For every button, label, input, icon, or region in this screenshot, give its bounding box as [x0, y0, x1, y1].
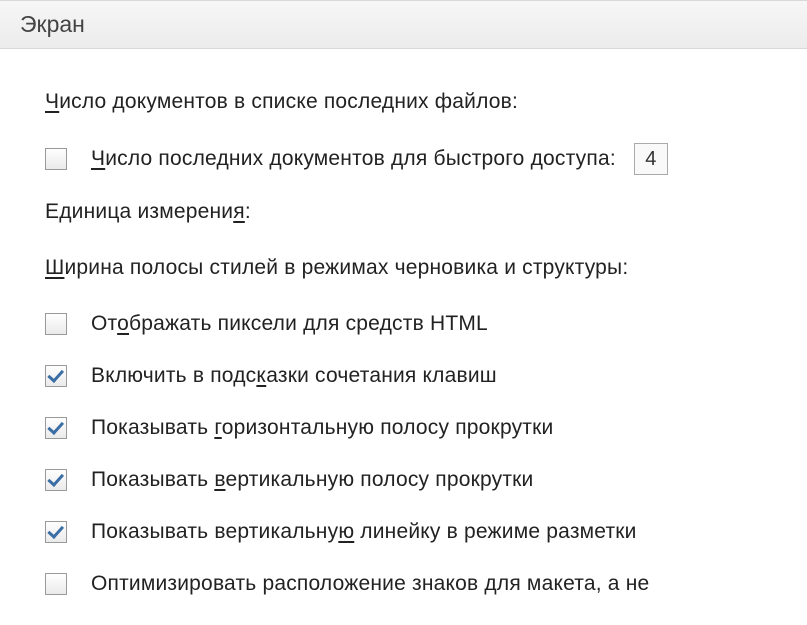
tooltips-shortcuts-checkbox[interactable]	[45, 365, 67, 387]
quick-access-label: Число последних документов для быстрого …	[91, 147, 616, 171]
style-width-label: Ширина полосы стилей в режимах черновика…	[45, 256, 628, 280]
v-ruler-label: Показывать вертикальную линейку в режиме…	[91, 520, 637, 544]
section-title: Экран	[20, 11, 85, 37]
recent-docs-label-row: Число документов в списке последних файл…	[45, 87, 762, 117]
quick-access-value[interactable]: 4	[634, 143, 668, 175]
html-pixels-row: Отображать пиксели для средств HTML	[45, 309, 762, 339]
unit-label-row: Единица измерения:	[45, 197, 762, 227]
style-width-label-row: Ширина полосы стилей в режимах черновика…	[45, 253, 762, 283]
optimize-layout-row: Оптимизировать расположение знаков для м…	[45, 569, 762, 599]
h-scroll-checkbox[interactable]	[45, 417, 67, 439]
h-scroll-label: Показывать горизонтальную полосу прокрут…	[91, 416, 553, 440]
recent-docs-label: Число документов в списке последних файл…	[45, 90, 518, 114]
section-header-display: Экран	[0, 0, 807, 49]
html-pixels-checkbox[interactable]	[45, 313, 67, 335]
quick-access-row: Число последних документов для быстрого …	[45, 143, 762, 175]
optimize-layout-label: Оптимизировать расположение знаков для м…	[91, 572, 649, 596]
tooltips-shortcuts-label: Включить в подсказки сочетания клавиш	[91, 364, 497, 388]
v-scroll-checkbox[interactable]	[45, 469, 67, 491]
v-scroll-label: Показывать вертикальную полосу прокрутки	[91, 468, 534, 492]
tooltips-shortcuts-row: Включить в подсказки сочетания клавиш	[45, 361, 762, 391]
settings-content: Число документов в списке последних файл…	[0, 49, 807, 599]
html-pixels-label: Отображать пиксели для средств HTML	[91, 312, 488, 336]
v-scroll-row: Показывать вертикальную полосу прокрутки	[45, 465, 762, 495]
h-scroll-row: Показывать горизонтальную полосу прокрут…	[45, 413, 762, 443]
v-ruler-row: Показывать вертикальную линейку в режиме…	[45, 517, 762, 547]
v-ruler-checkbox[interactable]	[45, 521, 67, 543]
unit-label: Единица измерения:	[45, 200, 251, 224]
optimize-layout-checkbox[interactable]	[45, 573, 67, 595]
quick-access-checkbox[interactable]	[45, 148, 67, 170]
